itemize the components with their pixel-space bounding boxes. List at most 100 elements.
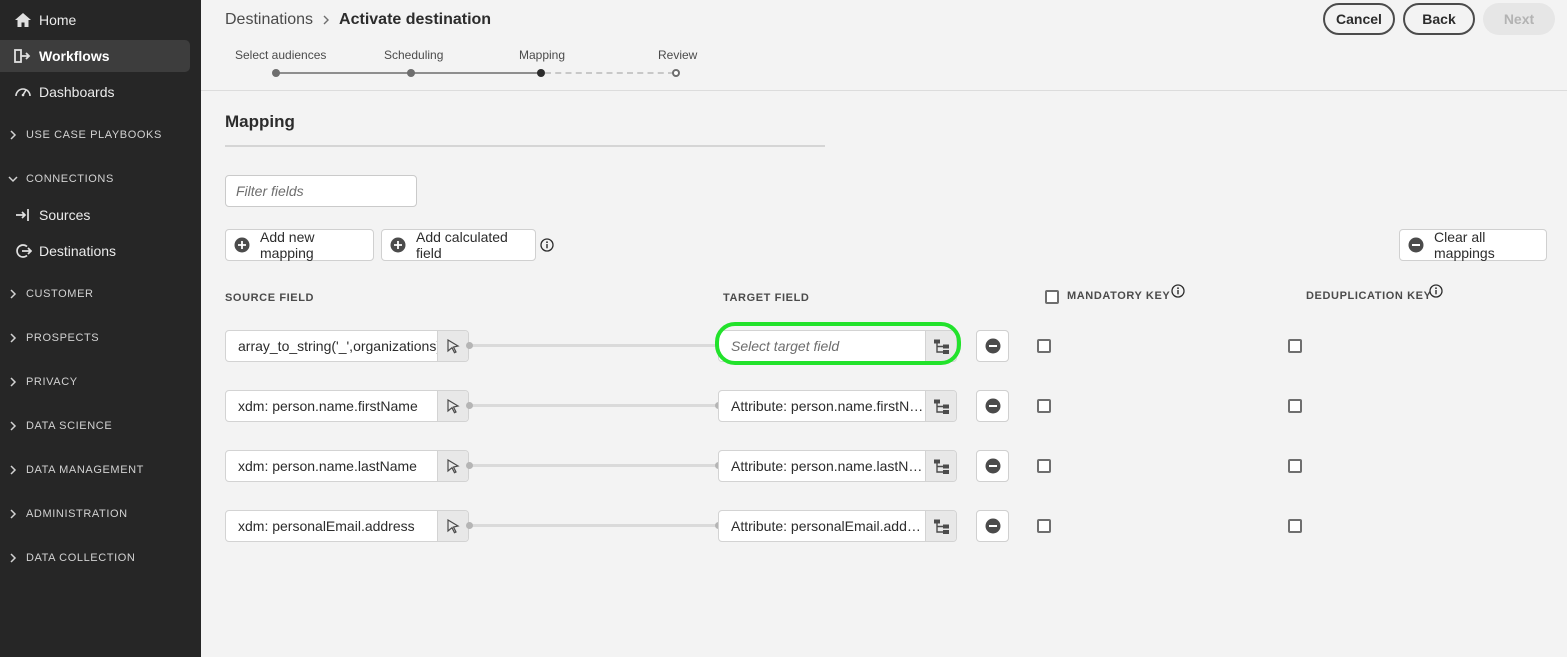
target-field[interactable]: Attribute: person.name.lastName xyxy=(718,450,957,482)
column-header-mandatory-key: MANDATORY KEY xyxy=(1067,290,1171,302)
chevron-right-icon xyxy=(321,15,331,25)
select-source-button[interactable] xyxy=(437,511,468,541)
remove-mapping-button[interactable] xyxy=(976,510,1009,542)
sidebar-item-workflows[interactable]: Workflows xyxy=(0,40,190,72)
deduplication-key-checkbox[interactable] xyxy=(1288,519,1302,533)
step-dot-completed xyxy=(272,69,280,77)
add-circle-icon xyxy=(234,237,250,253)
dashboard-gauge-icon xyxy=(13,83,33,101)
sidebar-section-customer[interactable]: CUSTOMER xyxy=(0,284,200,304)
chevron-right-icon xyxy=(6,419,20,433)
info-icon[interactable] xyxy=(1171,284,1185,298)
deduplication-key-checkbox[interactable] xyxy=(1288,459,1302,473)
home-icon xyxy=(13,11,33,29)
select-target-button[interactable] xyxy=(925,511,956,541)
mandatory-key-checkbox[interactable] xyxy=(1037,519,1051,533)
deduplication-key-checkbox[interactable] xyxy=(1288,399,1302,413)
add-new-mapping-button[interactable]: Add new mapping xyxy=(225,229,374,261)
breadcrumb: Destinations Activate destination xyxy=(225,10,491,30)
clear-all-mappings-button[interactable]: Clear all mappings xyxy=(1399,229,1547,261)
sidebar-section-connections[interactable]: CONNECTIONS xyxy=(0,169,200,189)
remove-mapping-button[interactable] xyxy=(976,330,1009,362)
mandatory-key-select-all-checkbox[interactable] xyxy=(1045,290,1059,304)
column-header-source-field: SOURCE FIELD xyxy=(225,292,315,304)
sidebar: Home Workflows Dashboards USE CASE PLAYB… xyxy=(0,0,201,657)
next-button[interactable]: Next xyxy=(1483,3,1555,35)
remove-circle-icon xyxy=(985,518,1000,534)
sidebar-item-sources[interactable]: Sources xyxy=(0,199,190,231)
button-label: Add calculated field xyxy=(416,229,508,261)
schema-tree-icon xyxy=(933,399,949,414)
info-icon[interactable] xyxy=(540,238,554,252)
info-icon[interactable] xyxy=(1429,284,1443,298)
button-label: Add new mapping xyxy=(260,229,315,261)
sidebar-section-administration[interactable]: ADMINISTRATION xyxy=(0,504,200,524)
select-source-button[interactable] xyxy=(437,451,468,481)
sidebar-section-label: PRIVACY xyxy=(26,376,78,388)
chevron-right-icon xyxy=(6,128,20,142)
chevron-right-icon xyxy=(6,551,20,565)
sidebar-item-home[interactable]: Home xyxy=(0,4,190,36)
select-target-button[interactable] xyxy=(925,391,956,421)
step-label-mapping: Mapping xyxy=(519,48,566,62)
sidebar-section-label: USE CASE PLAYBOOKS xyxy=(26,129,162,141)
mandatory-key-checkbox[interactable] xyxy=(1037,459,1051,473)
cancel-button[interactable]: Cancel xyxy=(1323,3,1395,35)
sidebar-item-label: Workflows xyxy=(39,48,110,64)
remove-circle-icon xyxy=(985,458,1000,474)
source-field-value: xdm: personalEmail.address xyxy=(238,518,415,534)
button-label: Clear all mappings xyxy=(1434,229,1495,261)
source-field[interactable]: xdm: person.name.firstName xyxy=(225,390,469,422)
step-dot-current xyxy=(537,69,545,77)
sidebar-section-data-collection[interactable]: DATA COLLECTION xyxy=(0,548,200,568)
mapping-connector xyxy=(466,522,722,529)
sidebar-section-prospects[interactable]: PROSPECTS xyxy=(0,328,200,348)
filter-fields-input[interactable] xyxy=(225,175,417,207)
add-calculated-field-button[interactable]: Add calculated field xyxy=(381,229,536,261)
source-field[interactable]: xdm: personalEmail.address xyxy=(225,510,469,542)
sidebar-section-data-management[interactable]: DATA MANAGEMENT xyxy=(0,460,200,480)
breadcrumb-destinations-link[interactable]: Destinations xyxy=(225,11,313,29)
target-field-value: Attribute: person.name.firstName xyxy=(731,398,925,414)
sidebar-section-label: DATA SCIENCE xyxy=(26,420,113,432)
mandatory-key-checkbox[interactable] xyxy=(1037,339,1051,353)
step-dot-completed xyxy=(407,69,415,77)
sidebar-item-dashboards[interactable]: Dashboards xyxy=(0,76,190,108)
sidebar-item-label: Home xyxy=(39,12,77,28)
remove-mapping-button[interactable] xyxy=(976,450,1009,482)
step-dot-upcoming xyxy=(672,69,680,77)
remove-mapping-button[interactable] xyxy=(976,390,1009,422)
page-title: Activate destination xyxy=(339,11,492,28)
select-target-button[interactable] xyxy=(925,451,956,481)
cursor-select-icon xyxy=(447,458,460,474)
step-label-select-audiences: Select audiences xyxy=(235,48,327,62)
select-target-button[interactable] xyxy=(925,331,956,361)
sidebar-section-use-case-playbooks[interactable]: USE CASE PLAYBOOKS xyxy=(0,125,200,145)
source-field[interactable]: array_to_string('_',organizations) xyxy=(225,330,469,362)
chevron-down-icon xyxy=(6,172,20,186)
sidebar-item-label: Sources xyxy=(39,207,91,223)
target-field[interactable]: Select target field xyxy=(718,330,957,362)
chevron-right-icon xyxy=(6,331,20,345)
column-header-target-field: TARGET FIELD xyxy=(723,292,810,304)
mandatory-key-checkbox[interactable] xyxy=(1037,399,1051,413)
target-field[interactable]: Attribute: personalEmail.address xyxy=(718,510,957,542)
sidebar-item-label: Dashboards xyxy=(39,84,115,100)
column-header-deduplication-key: DEDUPLICATION KEY xyxy=(1306,290,1432,302)
deduplication-key-checkbox[interactable] xyxy=(1288,339,1302,353)
sidebar-section-privacy[interactable]: PRIVACY xyxy=(0,372,200,392)
step-label-review: Review xyxy=(658,48,698,62)
mapping-connector xyxy=(466,402,722,409)
back-button[interactable]: Back xyxy=(1403,3,1475,35)
sidebar-section-data-science[interactable]: DATA SCIENCE xyxy=(0,416,200,436)
chevron-right-icon xyxy=(6,507,20,521)
source-field[interactable]: xdm: person.name.lastName xyxy=(225,450,469,482)
sidebar-item-destinations[interactable]: Destinations xyxy=(0,235,190,267)
select-source-button[interactable] xyxy=(437,331,468,361)
target-field[interactable]: Attribute: person.name.firstName xyxy=(718,390,957,422)
sidebar-item-label: Destinations xyxy=(39,243,117,259)
mapping-connector xyxy=(466,342,722,349)
select-source-button[interactable] xyxy=(437,391,468,421)
cursor-select-icon xyxy=(447,518,460,534)
sidebar-section-label: CONNECTIONS xyxy=(26,173,114,185)
